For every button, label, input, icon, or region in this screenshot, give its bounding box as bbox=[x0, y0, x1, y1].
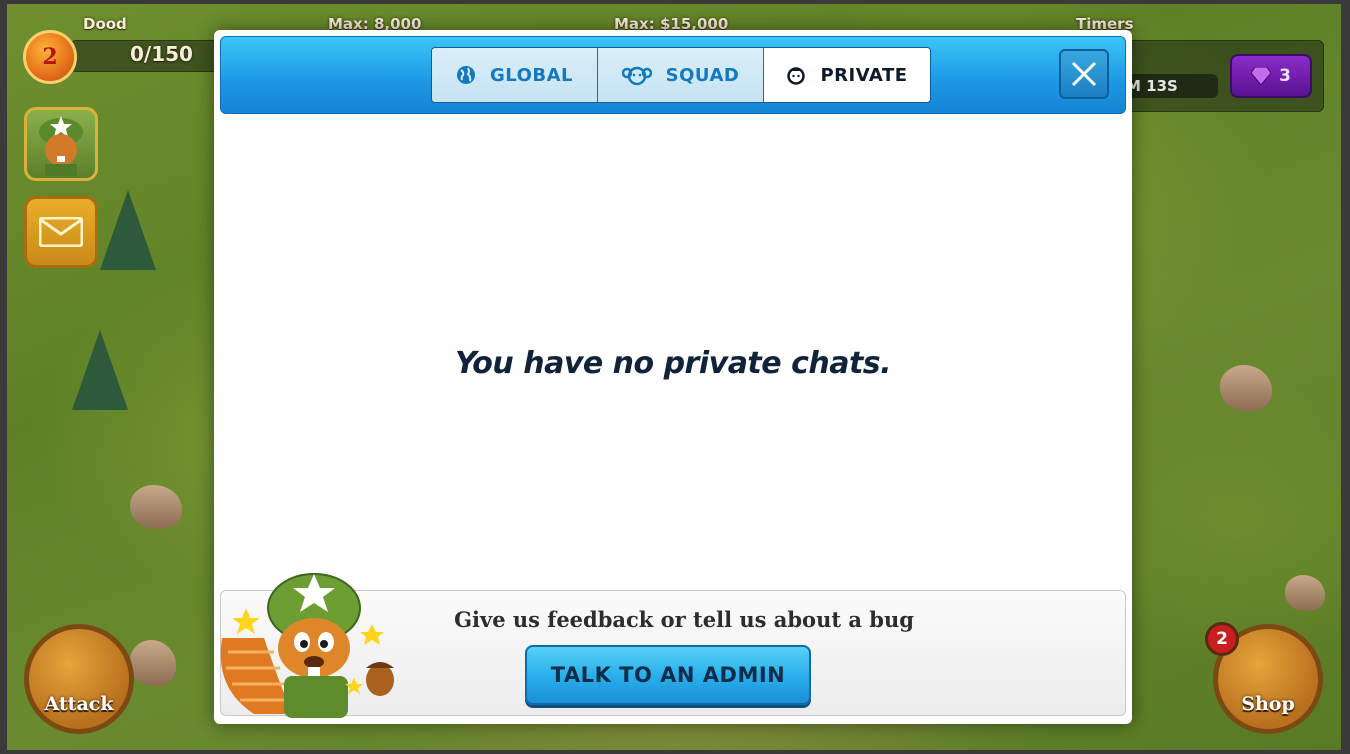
beaver-avatar-icon bbox=[39, 116, 83, 176]
frame-top bbox=[0, 0, 1350, 4]
modal-header: GLOBAL SQUAD PRIVATE bbox=[220, 36, 1126, 114]
talk-to-admin-button[interactable]: TALK TO AN ADMIN bbox=[525, 645, 811, 705]
shop-notification-badge: 2 bbox=[1205, 622, 1239, 656]
tab-global[interactable]: GLOBAL bbox=[432, 48, 598, 102]
beaver-mascot-icon bbox=[220, 573, 394, 718]
chat-modal: GLOBAL SQUAD PRIVATE You have no private… bbox=[214, 30, 1132, 724]
pine-tree bbox=[72, 330, 128, 410]
close-icon bbox=[1071, 61, 1097, 87]
attack-button[interactable]: Attack bbox=[24, 624, 134, 734]
avatar[interactable] bbox=[24, 107, 98, 181]
rock bbox=[130, 485, 182, 529]
gem-icon bbox=[1251, 67, 1272, 85]
rock bbox=[1285, 575, 1325, 611]
game-screen: Dood 0/150 Max: 8,000 Max: $15,000 Timer… bbox=[0, 0, 1350, 754]
level-badge[interactable]: 2 bbox=[23, 30, 77, 84]
squad-icon bbox=[621, 66, 652, 86]
rock bbox=[1220, 365, 1272, 411]
mail-button[interactable] bbox=[24, 196, 98, 268]
attack-label: Attack bbox=[44, 693, 114, 715]
pine-tree bbox=[100, 190, 156, 270]
empty-chats-message: You have no private chats. bbox=[454, 346, 892, 381]
tab-squad-label: SQUAD bbox=[665, 64, 740, 86]
rock bbox=[130, 640, 176, 686]
globe-icon bbox=[456, 66, 475, 84]
gem-counter[interactable]: 3 bbox=[1230, 54, 1312, 98]
player-name: Dood bbox=[83, 15, 127, 33]
shop-label: Shop bbox=[1241, 693, 1295, 715]
wood-value: 0/150 bbox=[130, 42, 193, 66]
tab-global-label: GLOBAL bbox=[489, 64, 574, 86]
tab-private[interactable]: PRIVATE bbox=[764, 48, 930, 102]
frame-bottom bbox=[0, 750, 1350, 754]
frame-left bbox=[0, 0, 7, 754]
envelope-icon bbox=[39, 217, 83, 247]
gem-count: 3 bbox=[1279, 66, 1291, 86]
tab-private-label: PRIVATE bbox=[820, 64, 908, 86]
timer-value: M 13S bbox=[1120, 74, 1218, 98]
tab-squad[interactable]: SQUAD bbox=[598, 48, 764, 102]
chat-tabs: GLOBAL SQUAD PRIVATE bbox=[431, 47, 931, 103]
person-icon bbox=[787, 67, 806, 85]
frame-right bbox=[1341, 0, 1350, 754]
close-button[interactable] bbox=[1059, 49, 1109, 99]
